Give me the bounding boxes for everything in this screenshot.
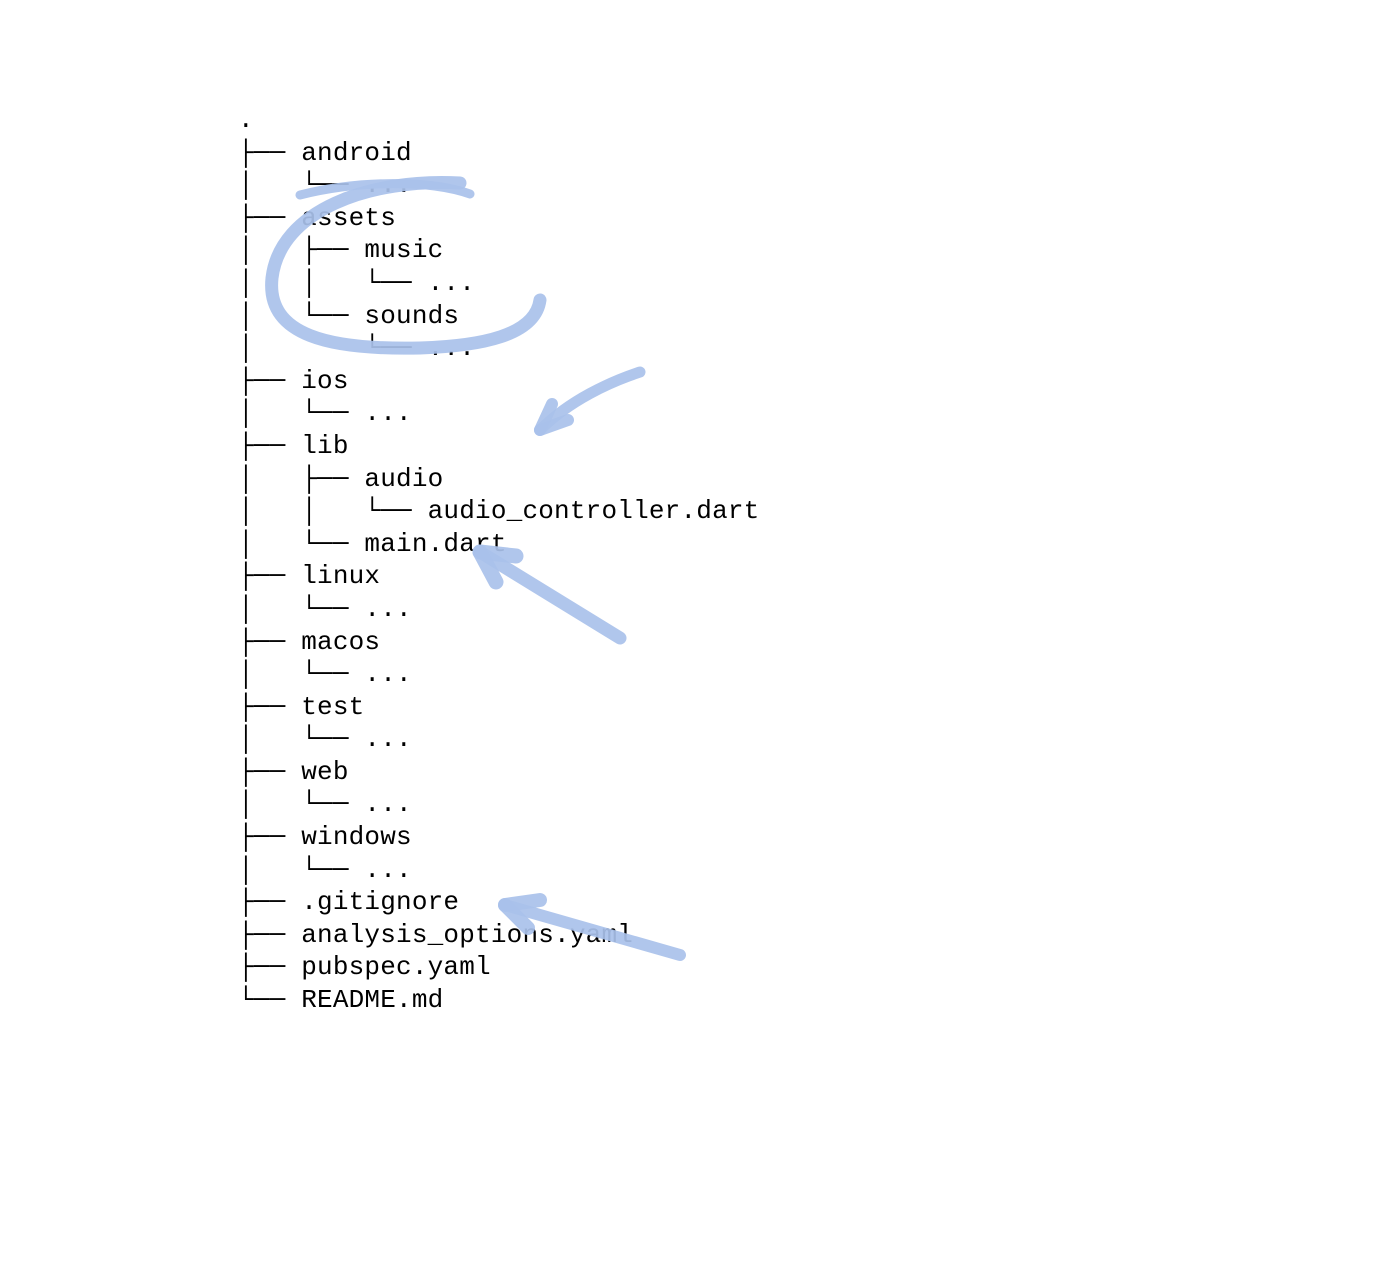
canvas: . ├── android │ └── ... ├── assets │ ├──…: [0, 0, 1380, 1265]
directory-tree: . ├── android │ └── ... ├── assets │ ├──…: [238, 104, 759, 1017]
